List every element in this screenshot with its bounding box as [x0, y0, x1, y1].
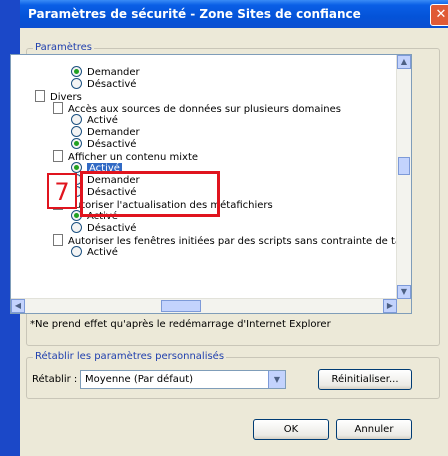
tree-setting[interactable]: Afficher un contenu mixte — [53, 150, 199, 163]
tree-row-label: Demander — [87, 127, 140, 138]
folder-page-icon — [35, 90, 45, 102]
horizontal-scrollbar[interactable]: ◀ ▶ — [11, 298, 397, 313]
scroll-down-icon[interactable]: ▼ — [397, 285, 411, 299]
tree-radio-option[interactable]: Demander — [71, 126, 140, 138]
tree-row-label: Autoriser les fenêtres initiées par des … — [68, 236, 411, 247]
ok-button[interactable]: OK — [253, 419, 329, 440]
tree-radio-option[interactable]: Désactivé — [71, 78, 136, 90]
tree-radio-option[interactable]: Désactivé — [71, 138, 136, 150]
vertical-scroll-thumb[interactable] — [398, 157, 410, 175]
annotation-highlight-box — [80, 171, 220, 217]
scrollbar-corner — [397, 299, 411, 313]
tree-radio-option[interactable]: Demander — [71, 66, 140, 78]
tree-row-label: Activé — [87, 247, 118, 258]
setting-page-icon — [53, 150, 63, 162]
tree-setting[interactable]: Accès aux sources de données sur plusieu… — [53, 102, 341, 115]
tree-row-label: Désactivé — [87, 223, 137, 234]
tree-setting[interactable]: Autoriser les fenêtres initiées par des … — [53, 234, 411, 247]
tree-radio-option[interactable]: Activé — [71, 114, 118, 126]
radio-unchecked-icon[interactable] — [71, 126, 82, 137]
reset-button[interactable]: Réinitialiser... — [318, 369, 412, 390]
chevron-down-icon[interactable]: ▼ — [268, 371, 285, 388]
tree-row-label: Accès aux sources de données sur plusieu… — [68, 104, 341, 115]
annotation-step-badge: 7 — [47, 173, 77, 209]
window-title: Paramètres de sécurité - Zone Sites de c… — [28, 7, 361, 21]
settings-group-legend: Paramètres — [33, 42, 95, 53]
vertical-scrollbar[interactable]: ▲ ▼ — [396, 55, 411, 299]
tree-radio-option[interactable]: Activé — [71, 246, 118, 258]
reset-group-legend: Rétablir les paramètres personnalisés — [33, 351, 227, 362]
tree-row-label: Désactivé — [87, 139, 137, 150]
radio-unchecked-icon[interactable] — [71, 246, 82, 257]
cancel-button[interactable]: Annuler — [336, 419, 412, 440]
tree-row-label: Divers — [50, 92, 82, 103]
restart-note: *Ne prend effet qu'après le redémarrage … — [30, 319, 331, 330]
tree-row-label: Désactivé — [87, 79, 137, 90]
close-icon[interactable]: ✕ — [430, 4, 448, 26]
reset-level-select[interactable]: Moyenne (Par défaut) ▼ — [80, 370, 286, 389]
radio-unchecked-icon[interactable] — [71, 222, 82, 233]
scroll-left-icon[interactable]: ◀ — [11, 299, 25, 313]
horizontal-scroll-thumb[interactable] — [161, 300, 201, 312]
reset-label: Rétablir : — [32, 374, 78, 385]
radio-checked-icon[interactable] — [71, 66, 82, 77]
setting-page-icon — [53, 234, 63, 246]
radio-unchecked-icon[interactable] — [71, 78, 82, 89]
tree-folder[interactable]: Divers — [35, 90, 82, 103]
tree-radio-option[interactable]: Désactivé — [71, 222, 136, 234]
tree-row-label: Demander — [87, 67, 140, 78]
tree-row-label: Afficher un contenu mixte — [68, 152, 199, 163]
radio-unchecked-icon[interactable] — [71, 114, 82, 125]
setting-page-icon — [53, 102, 63, 114]
title-bar[interactable]: Paramètres de sécurité - Zone Sites de c… — [20, 0, 448, 28]
scroll-up-icon[interactable]: ▲ — [397, 55, 411, 69]
scroll-right-icon[interactable]: ▶ — [383, 299, 397, 313]
reset-level-value: Moyenne (Par défaut) — [85, 374, 194, 385]
tree-row-label: Activé — [87, 115, 118, 126]
radio-checked-icon[interactable] — [71, 138, 82, 149]
